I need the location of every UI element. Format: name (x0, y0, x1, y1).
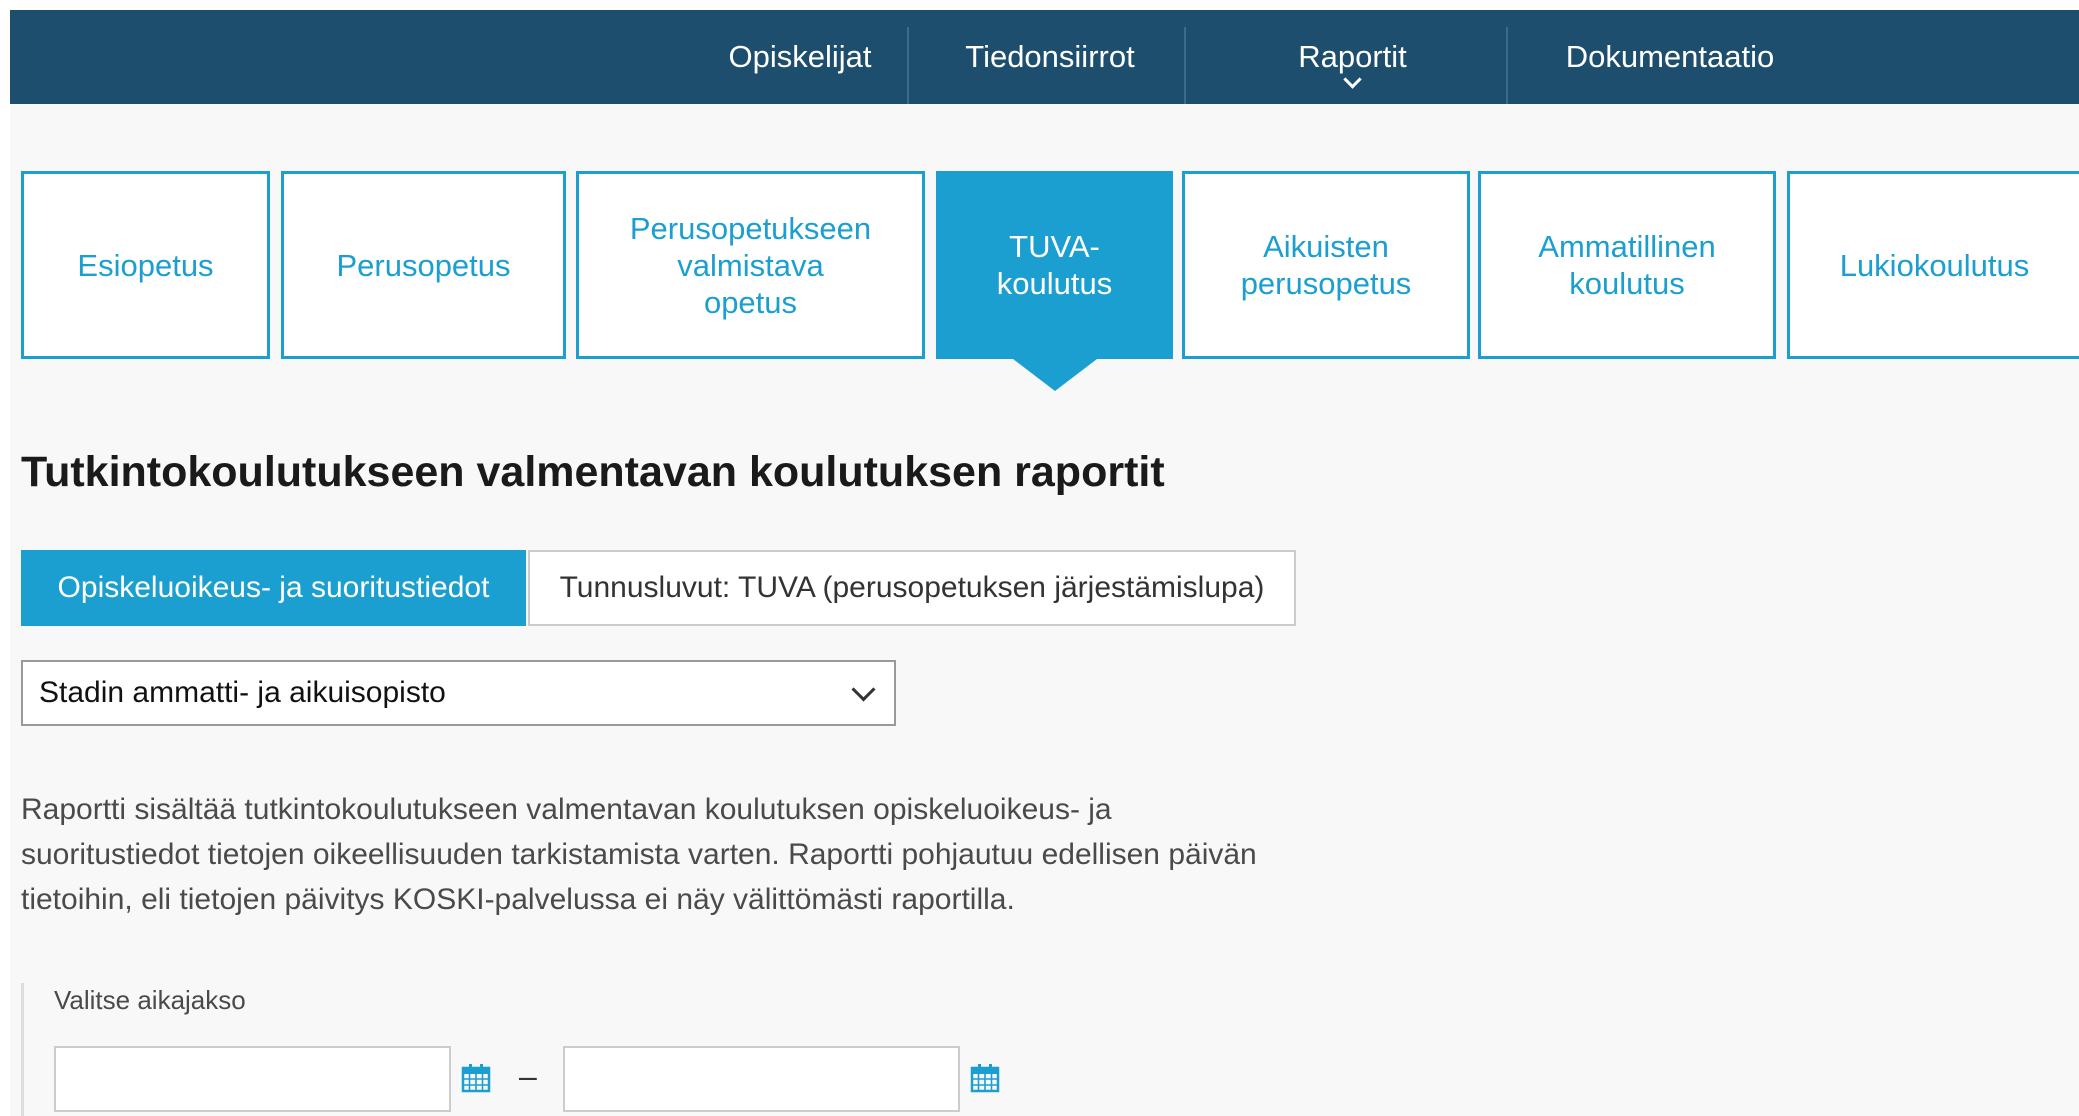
active-tab-indicator (1013, 359, 1097, 391)
nav-separator (907, 27, 909, 104)
date-range-label: Valitse aikajakso (54, 985, 246, 1015)
tab-lukiokoulutus[interactable]: Lukiokoulutus (1787, 171, 2079, 359)
start-date-input[interactable] (54, 1046, 451, 1112)
nav-opiskelijat[interactable]: Opiskelijat (700, 10, 900, 104)
end-date-input[interactable] (563, 1046, 960, 1112)
tab-aikuisten-perusopetus[interactable]: Aikuisten perusopetus (1182, 171, 1470, 359)
organization-select-value: Stadin ammatti- ja aikuisopisto (39, 676, 446, 709)
report-button-opiskeluoikeus[interactable]: Opiskeluoikeus- ja suoritustiedot (21, 550, 526, 626)
nav-raportit[interactable]: Raportit (1205, 10, 1500, 104)
report-description: Raportti sisältää tutkintokoulutukseen v… (21, 793, 1257, 916)
calendar-icon[interactable] (461, 1063, 491, 1093)
nav-tiedonsiirrot[interactable]: Tiedonsiirrot (920, 10, 1180, 104)
date-range-border (21, 983, 24, 1116)
chevron-down-icon (851, 677, 876, 702)
nav-raportit-label: Raportit (1298, 38, 1407, 74)
top-navigation: Opiskelijat Tiedonsiirrot Raportit Dokum… (10, 10, 2079, 104)
date-range-separator: – (519, 1058, 537, 1094)
tab-tuva-koulutus[interactable]: TUVA- koulutus (936, 171, 1173, 359)
tab-ammatillinen-koulutus[interactable]: Ammatillinen koulutus (1478, 171, 1776, 359)
report-button-tunnusluvut[interactable]: Tunnusluvut: TUVA (perusopetuksen järjes… (528, 550, 1296, 626)
tab-perusopetus[interactable]: Perusopetus (281, 171, 566, 359)
tab-perusopetukseen-valmistava[interactable]: Perusopetukseen valmistava opetus (576, 171, 925, 359)
calendar-icon[interactable] (970, 1063, 1000, 1093)
nav-separator (1184, 27, 1186, 104)
page: Opiskelijat Tiedonsiirrot Raportit Dokum… (0, 0, 2079, 1116)
nav-dokumentaatio[interactable]: Dokumentaatio (1520, 10, 1820, 104)
organization-select[interactable]: Stadin ammatti- ja aikuisopisto (21, 660, 896, 726)
page-title: Tutkintokoulutukseen valmentavan koulutu… (21, 448, 1165, 496)
tab-esiopetus[interactable]: Esiopetus (21, 171, 270, 359)
nav-separator (1506, 27, 1508, 104)
